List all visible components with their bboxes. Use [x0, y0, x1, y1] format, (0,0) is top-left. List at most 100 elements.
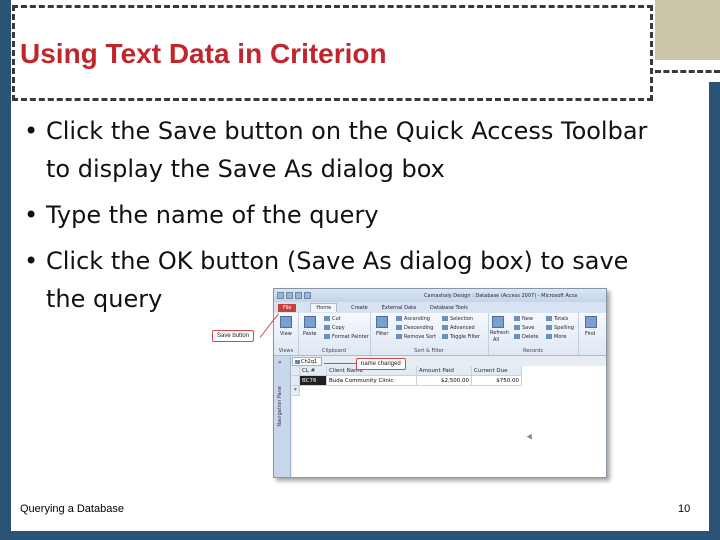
column-header[interactable]: CL #: [300, 366, 327, 376]
app-titlebar: Camashaly Design : Database (Access 2007…: [274, 289, 606, 302]
new-record-icon: [514, 316, 520, 321]
toggle-filter-icon: [442, 334, 448, 339]
format-painter-label: Format Painter: [332, 334, 369, 340]
slide-title: Using Text Data in Criterion: [20, 38, 387, 69]
copy-button[interactable]: Copy: [324, 325, 345, 331]
query-tab-label: Ch2q1: [301, 359, 318, 365]
navigation-pane-label: Navigation Pane: [277, 386, 283, 427]
totals-button[interactable]: Totals: [546, 316, 568, 322]
group-label: Records: [523, 348, 543, 354]
new-record-row[interactable]: *: [292, 386, 522, 396]
ascending-button[interactable]: Ascending: [396, 316, 430, 322]
column-header[interactable]: Current Due: [472, 366, 522, 376]
selection-icon: [442, 316, 448, 321]
view-icon: [280, 316, 292, 328]
selection-button[interactable]: Selection: [442, 316, 473, 322]
group-views: View Views: [274, 313, 299, 355]
bullet-dot: •: [24, 247, 39, 275]
sort-ascending-icon: [396, 316, 402, 321]
group-find: Find: [578, 313, 606, 355]
client-name-cell[interactable]: Buda Community Clinic: [327, 376, 417, 386]
callout-name-changed: name changed: [356, 358, 406, 370]
toggle-filter-label: Toggle Filter: [450, 334, 481, 340]
callout-pointer-line: [324, 363, 356, 364]
navigation-pane[interactable]: » Navigation Pane: [274, 356, 291, 477]
new-row-marker[interactable]: *: [292, 386, 300, 396]
header-row: CL # Client Name Amount Paid Current Due: [292, 366, 522, 376]
tab-create[interactable]: Create: [351, 305, 368, 311]
cl-number-cell[interactable]: BC76: [300, 376, 327, 386]
more-label: More: [554, 334, 567, 340]
tab-home[interactable]: Home: [310, 303, 338, 312]
query-icon: [295, 360, 300, 364]
remove-sort-label: Remove Sort: [404, 334, 437, 340]
frame-left-bar: [0, 0, 11, 540]
more-button[interactable]: More: [546, 334, 566, 340]
access-logo-icon: [277, 292, 284, 299]
ribbon-tabs: File Home Create External Data Database …: [274, 302, 606, 313]
refresh-icon: [492, 316, 504, 328]
advanced-filter-icon: [442, 325, 448, 330]
copy-icon: [324, 325, 330, 330]
binoculars-icon: [585, 316, 597, 328]
tab-external-data[interactable]: External Data: [382, 305, 416, 311]
paste-button[interactable]: Paste: [303, 331, 317, 337]
format-painter-button[interactable]: Format Painter: [324, 334, 369, 340]
row-selector[interactable]: [292, 376, 300, 386]
cut-button[interactable]: Cut: [324, 316, 341, 322]
column-header[interactable]: Amount Paid: [417, 366, 472, 376]
app-title: Camashaly Design : Database (Access 2007…: [424, 293, 578, 299]
refresh-all-button[interactable]: Refresh: [490, 330, 509, 336]
save-label: Save: [522, 325, 535, 331]
descending-label: Descending: [404, 325, 434, 331]
current-due-cell[interactable]: $750.00: [472, 376, 522, 386]
bullet-item: • Click the Save button on the Quick Acc…: [24, 112, 704, 188]
copy-label: Copy: [332, 325, 345, 331]
redo-icon[interactable]: [304, 292, 311, 299]
bullet-text-continued: to display the Save As dialog box: [46, 155, 445, 183]
ascending-label: Ascending: [404, 316, 430, 322]
spelling-button[interactable]: Spelling: [546, 325, 574, 331]
group-sort-filter: Filter Ascending Descending Remove Sort …: [370, 313, 489, 355]
undo-icon[interactable]: [295, 292, 302, 299]
ribbon: View Views Paste Cut Copy Format Painter…: [274, 313, 606, 356]
descending-button[interactable]: Descending: [396, 325, 433, 331]
amount-paid-cell[interactable]: $2,500.00: [417, 376, 472, 386]
save-icon: [514, 325, 520, 330]
delete-label: Delete: [522, 334, 539, 340]
paste-icon: [304, 316, 316, 328]
toggle-filter-button[interactable]: Toggle Filter: [442, 334, 480, 340]
bullet-item: • Type the name of the query: [24, 196, 704, 234]
more-icon: [546, 334, 552, 339]
find-button[interactable]: Find: [585, 331, 595, 337]
row-selector-header[interactable]: [292, 366, 300, 376]
sort-descending-icon: [396, 325, 402, 330]
new-label: New: [522, 316, 533, 322]
selection-label: Selection: [450, 316, 474, 322]
datasheet: CL # Client Name Amount Paid Current Due…: [292, 366, 606, 477]
access-screenshot: Camashaly Design : Database (Access 2007…: [273, 288, 607, 478]
save-icon[interactable]: [286, 292, 293, 299]
quick-access-toolbar: [277, 292, 311, 299]
save-record-button[interactable]: Save: [514, 325, 534, 331]
delete-record-button[interactable]: Delete: [514, 334, 538, 340]
filter-button[interactable]: Filter: [376, 331, 388, 337]
chevron-right-icon[interactable]: »: [278, 359, 282, 366]
page-number: 10: [678, 503, 691, 515]
view-button[interactable]: View: [280, 331, 292, 337]
spelling-icon: [546, 325, 552, 330]
group-label: Clipboard: [322, 348, 346, 354]
delete-icon: [514, 334, 520, 339]
remove-sort-button[interactable]: Remove Sort: [396, 334, 436, 340]
dashed-divider: [655, 70, 720, 73]
sigma-icon: [546, 316, 552, 321]
bullet-text: Click the Save button on the Quick Acces…: [46, 117, 648, 145]
query-tab[interactable]: Ch2q1: [292, 357, 322, 366]
group-records: Refresh All New Save Delete Totals Spell…: [488, 313, 579, 355]
table-row[interactable]: BC76 Buda Community Clinic $2,500.00 $75…: [292, 376, 522, 386]
tab-database-tools[interactable]: Database Tools: [430, 305, 468, 311]
advanced-button[interactable]: Advanced: [442, 325, 475, 331]
tab-file[interactable]: File: [278, 303, 297, 312]
new-record-button[interactable]: New: [514, 316, 533, 322]
advanced-label: Advanced: [450, 325, 475, 331]
